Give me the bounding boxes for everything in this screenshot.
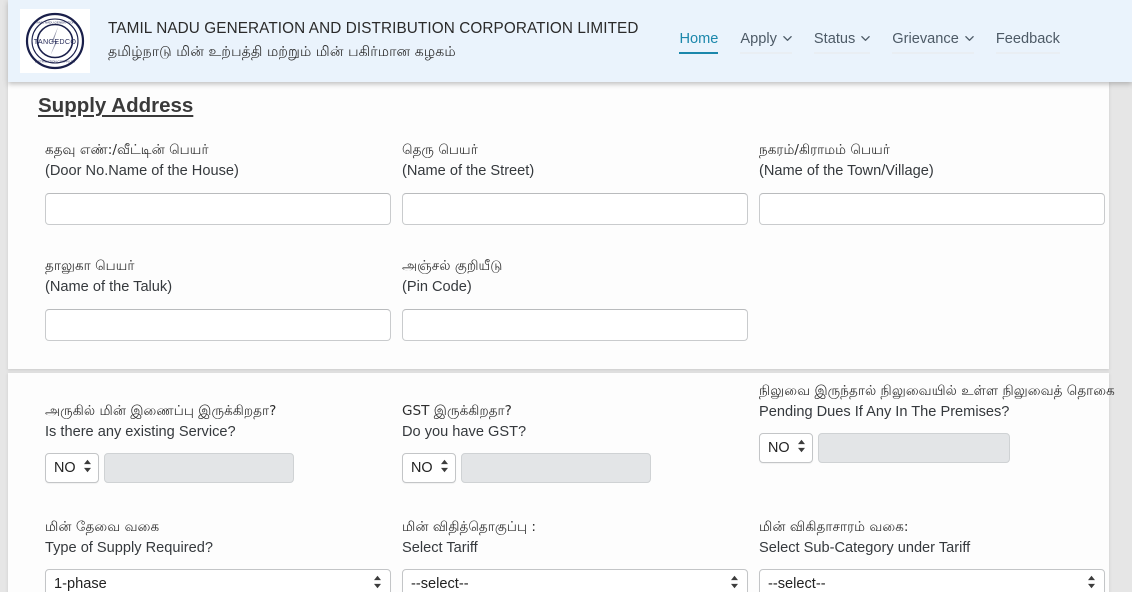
field-label-tamil: மின் தேவை வகை <box>45 519 160 535</box>
nav-item-apply[interactable]: Apply <box>729 28 803 54</box>
nav-item-grievance[interactable]: Grievance <box>881 28 985 54</box>
pending-dues-select[interactable]: NO <box>759 432 813 463</box>
nav-underline <box>813 52 871 54</box>
org-name-english: TAMIL NADU GENERATION AND DISTRIBUTION C… <box>108 20 639 38</box>
existing-service-selected-value: NO <box>54 459 76 476</box>
page-root: TANGEDCO TAMIL NADU GENERATION DISTRIBUT… <box>0 0 1132 592</box>
field-label-tamil: தாலுகா பெயர் <box>45 258 135 274</box>
field-pending-dues: நிலுவை இருந்தால் நிலுவையில் உள்ள நிலுவைத… <box>759 381 1115 463</box>
field-town-village: நகரம்/கிராமம் பெயர் (Name of the Town/Vi… <box>759 140 1105 225</box>
tangedco-logo: TANGEDCO TAMIL NADU GENERATION DISTRIBUT… <box>20 9 90 73</box>
town-village-input[interactable] <box>759 192 1105 225</box>
select-spinner-icon <box>730 574 739 592</box>
field-door-no: கதவு எண்:/வீட்டின் பெயர் (Door No.Name o… <box>45 140 391 225</box>
nav-underline <box>995 52 1060 54</box>
nav-item-status[interactable]: Status <box>803 28 881 54</box>
field-label-english: Do you have GST? <box>402 424 527 441</box>
field-label-english: (Name of the Taluk) <box>45 279 173 296</box>
field-label-tamil: அஞ்சல் குறியீடு <box>402 258 503 274</box>
nav-item-home[interactable]: Home <box>668 28 729 54</box>
select-spinner-icon <box>83 458 92 477</box>
org-name-tamil: தமிழ்நாடு மின் உற்பத்தி மற்றும் மின் பகி… <box>108 44 456 61</box>
supply-type-select[interactable]: 1-phase <box>45 568 391 592</box>
select-spinner-icon <box>440 458 449 477</box>
pin-code-input[interactable] <box>402 308 748 341</box>
field-label-tamil: அருகில் மின் இணைப்பு இருக்கிறதா? <box>45 403 277 419</box>
nav-item-feedback[interactable]: Feedback <box>985 28 1071 54</box>
nav-underline <box>892 52 974 54</box>
gst-selected-value: NO <box>411 459 433 476</box>
chevron-down-icon <box>965 34 974 43</box>
nav-active-underline <box>679 52 719 54</box>
field-label-english: Select Tariff <box>402 540 478 557</box>
field-supply-type: மின் தேவை வகை Type of Supply Required? 1… <box>45 517 391 592</box>
chevron-down-icon <box>861 34 871 43</box>
field-label-english: (Name of the Street) <box>402 163 535 180</box>
field-label-english: Is there any existing Service? <box>45 424 236 441</box>
tariff-selected-value: --select-- <box>411 575 469 592</box>
field-sub-category: மின் விகிதாசாரம் வகை: Select Sub-Categor… <box>759 517 1105 592</box>
nav-label-home: Home <box>679 31 719 47</box>
nav-label-apply: Apply <box>740 31 777 47</box>
field-label-tamil: நிலுவை இருந்தால் நிலுவையில் உள்ள நிலுவைத… <box>759 383 1115 399</box>
gst-number-input[interactable] <box>461 452 651 483</box>
nav-label-feedback: Feedback <box>995 31 1060 47</box>
existing-service-select[interactable]: NO <box>45 452 99 483</box>
door-no-input[interactable] <box>45 192 391 225</box>
field-pin-code: அஞ்சல் குறியீடு (Pin Code) <box>402 256 748 341</box>
field-label-english: (Pin Code) <box>402 279 472 296</box>
field-label-english: Type of Supply Required? <box>45 540 213 557</box>
svg-text:TANGEDCO: TANGEDCO <box>34 37 77 46</box>
field-tariff: மின் விதித்தொகுப்பு : Select Tariff --se… <box>402 517 748 592</box>
tangedco-seal-icon: TANGEDCO TAMIL NADU GENERATION DISTRIBUT… <box>25 12 85 70</box>
field-label-tamil: மின் விகிதாசாரம் வகை: <box>759 519 909 535</box>
field-label-tamil: நகரம்/கிராமம் பெயர் <box>759 142 890 158</box>
pending-dues-selected-value: NO <box>768 439 790 456</box>
nav-label-grievance: Grievance <box>892 31 959 47</box>
supply-address-panel: Supply Address கதவு எண்:/வீட்டின் பெயர் … <box>8 82 1109 369</box>
svg-text:TAMIL NADU GENERATION: TAMIL NADU GENERATION <box>35 21 74 25</box>
gst-select[interactable]: NO <box>402 452 456 483</box>
field-label-english: (Name of the Town/Village) <box>759 163 934 180</box>
main-navigation: Home Apply Status Grievance Feedback <box>668 28 1070 54</box>
existing-service-controls: NO <box>45 452 294 483</box>
field-label-english: (Door No.Name of the House) <box>45 163 239 180</box>
field-label-tamil: GST இருக்கிறதா? <box>402 403 512 419</box>
service-details-panel: அருகில் மின் இணைப்பு இருக்கிறதா? Is ther… <box>8 373 1115 592</box>
svg-text:DISTRIBUTION CORPN LTD: DISTRIBUTION CORPN LTD <box>35 59 76 63</box>
organisation-name: TAMIL NADU GENERATION AND DISTRIBUTION C… <box>108 18 638 64</box>
pending-dues-amount-input[interactable] <box>818 432 1010 463</box>
select-spinner-icon <box>1087 574 1096 592</box>
street-name-input[interactable] <box>402 192 748 225</box>
field-gst: GST இருக்கிறதா? Do you have GST? NO <box>402 401 651 483</box>
tariff-select[interactable]: --select-- <box>402 568 748 592</box>
nav-label-status: Status <box>813 31 856 47</box>
gst-controls: NO <box>402 452 651 483</box>
field-label-tamil: கதவு எண்:/வீட்டின் பெயர் <box>45 142 209 158</box>
page-title: Supply Address <box>38 94 194 117</box>
field-street-name: தெரு பெயர் (Name of the Street) <box>402 140 748 225</box>
select-spinner-icon <box>797 438 806 457</box>
field-label-english: Pending Dues If Any In The Premises? <box>759 404 1010 421</box>
supply-type-selected-value: 1-phase <box>54 575 107 592</box>
pending-dues-controls: NO <box>759 432 1115 463</box>
field-label-english: Select Sub-Category under Tariff <box>759 540 971 557</box>
sub-category-select[interactable]: --select-- <box>759 568 1105 592</box>
field-label-tamil: தெரு பெயர் <box>402 142 478 158</box>
chevron-down-icon <box>783 34 792 43</box>
field-label-tamil: மின் விதித்தொகுப்பு : <box>402 519 537 535</box>
sub-category-selected-value: --select-- <box>768 575 826 592</box>
existing-service-number-input[interactable] <box>104 452 294 483</box>
field-existing-service: அருகில் மின் இணைப்பு இருக்கிறதா? Is ther… <box>45 401 294 483</box>
site-header: TANGEDCO TAMIL NADU GENERATION DISTRIBUT… <box>8 0 1132 82</box>
select-spinner-icon <box>373 574 382 592</box>
field-taluk-name: தாலுகா பெயர் (Name of the Taluk) <box>45 256 391 341</box>
nav-underline <box>740 52 792 54</box>
taluk-name-input[interactable] <box>45 308 391 341</box>
